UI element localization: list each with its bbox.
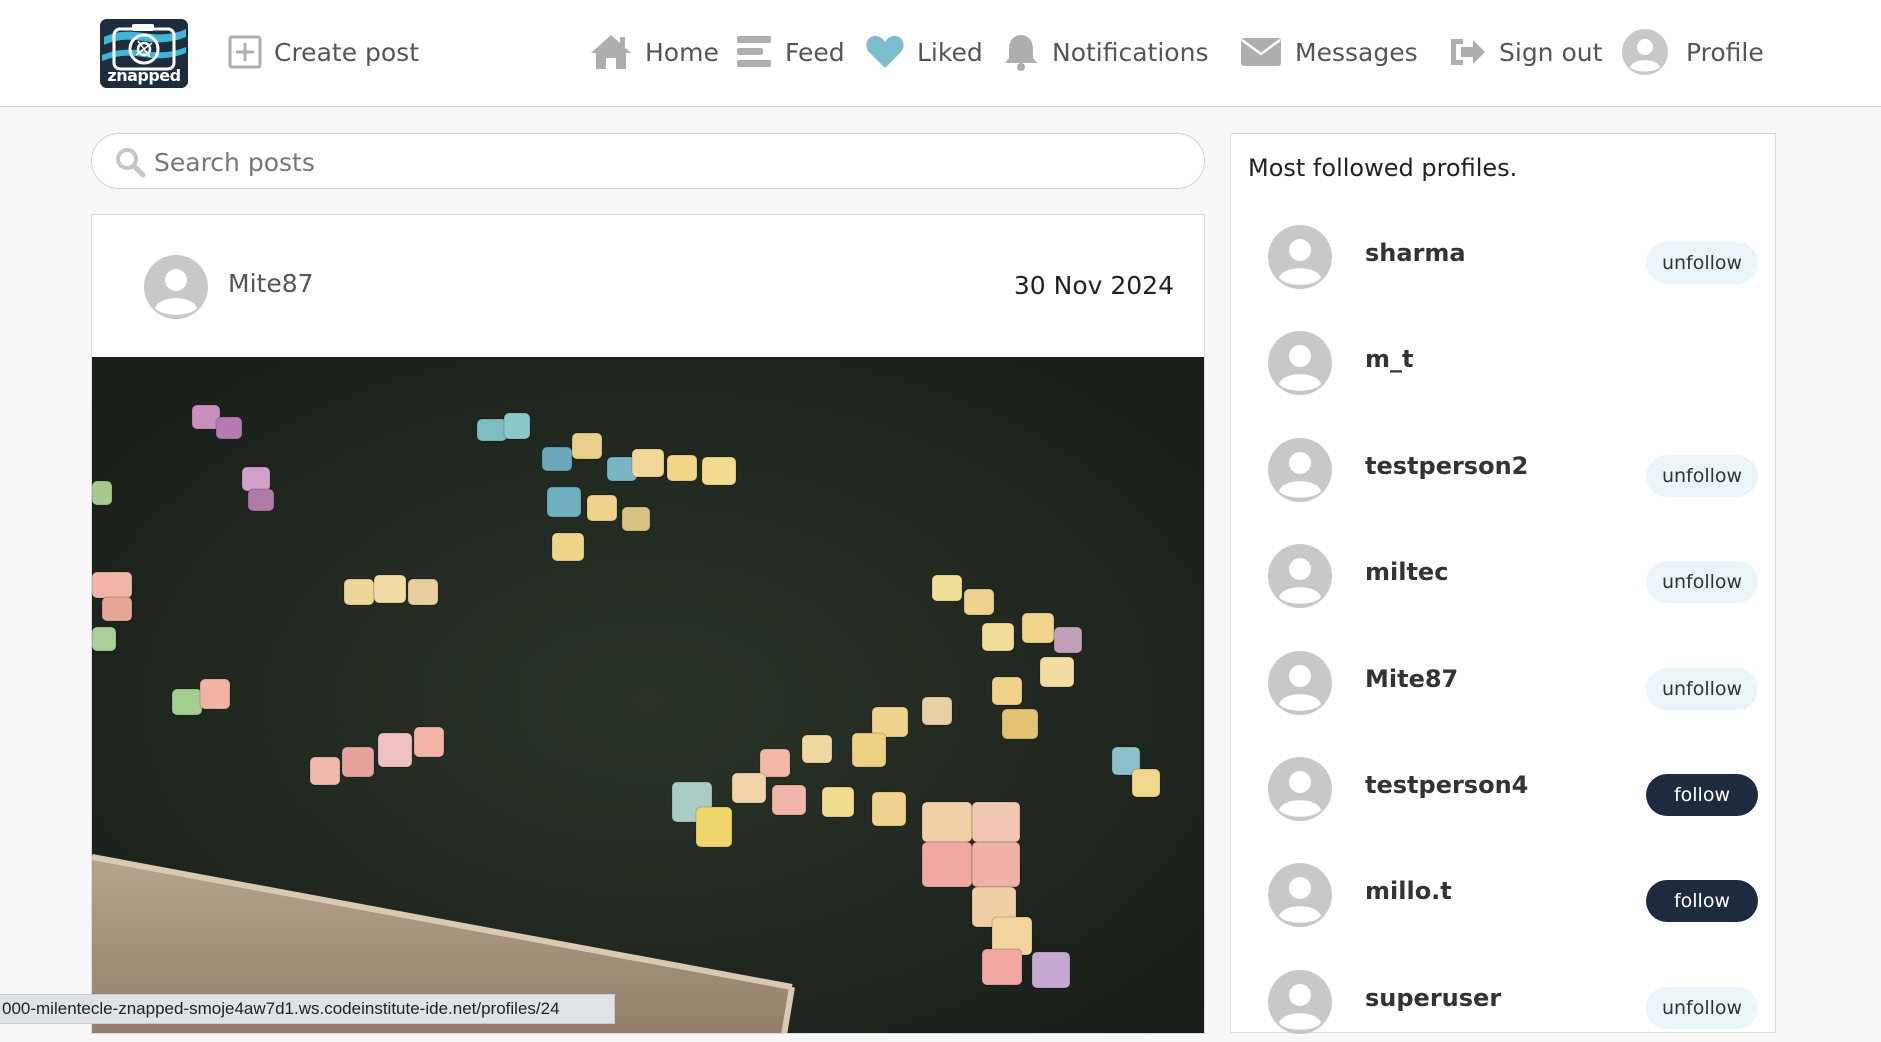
browser-status-url: 000-milentecle-znapped-smoje4aw7d1.ws.co… [0,994,615,1024]
profile-row: m_t [1231,323,1777,403]
post-card: Mite87 30 Nov 2024 [91,214,1205,1034]
unfollow-button[interactable]: unfollow [1646,455,1758,497]
nav-liked-label: Liked [917,37,983,67]
profile-name[interactable]: superuser [1365,984,1501,1012]
profile-name[interactable]: testperson2 [1365,452,1528,480]
avatar[interactable] [1268,438,1332,506]
avatar[interactable] [1268,225,1332,293]
nav-create-post[interactable]: Create post [228,28,419,76]
profile-row: testperson4 follow [1231,749,1777,829]
profile-name[interactable]: testperson4 [1365,771,1528,799]
profile-name[interactable]: m_t [1365,345,1413,373]
heart-icon [865,34,905,70]
follow-button[interactable]: follow [1646,774,1758,816]
nav-sign-out-label: Sign out [1499,37,1603,67]
avatar[interactable] [1268,757,1332,825]
profile-row: millo.t follow [1231,855,1777,935]
logo-text: znapped [107,66,181,85]
post-author-avatar[interactable] [144,255,208,323]
avatar[interactable] [1268,863,1332,931]
profile-row: sharma unfollow [1231,217,1777,297]
avatar[interactable] [1268,651,1332,719]
post-date: 30 Nov 2024 [1013,271,1174,300]
unfollow-button[interactable]: unfollow [1646,987,1758,1029]
unfollow-button[interactable]: unfollow [1646,668,1758,710]
envelope-icon [1239,35,1283,69]
nav-sign-out[interactable]: Sign out [1447,28,1602,76]
sign-out-icon [1447,35,1487,69]
unfollow-button[interactable]: unfollow [1646,242,1758,284]
follow-button[interactable]: follow [1646,880,1758,922]
nav-home[interactable]: Home [589,28,719,76]
profile-row: testperson2 unfollow [1231,430,1777,510]
post-author-name[interactable]: Mite87 [228,269,314,298]
nav-notifications-label: Notifications [1052,37,1209,67]
top-navbar: znapped Create post Home Feed Liked Noti… [0,0,1881,107]
nav-profile-label: Profile [1686,37,1764,67]
puzzle-photo [92,357,1204,1033]
profile-name[interactable]: sharma [1365,239,1466,267]
profile-name[interactable]: miltec [1365,558,1448,586]
profile-name[interactable]: Mite87 [1365,665,1458,693]
znapped-logo[interactable]: znapped [100,19,188,88]
post-image[interactable] [92,357,1204,1033]
profile-row: Mite87 unfollow [1231,643,1777,723]
profile-row: miltec unfollow [1231,536,1777,616]
plus-square-icon [228,35,262,69]
nav-create-post-label: Create post [274,37,420,67]
avatar[interactable] [1268,331,1332,399]
most-followed-sidebar: Most followed profiles. sharma unfollow … [1230,133,1777,1034]
avatar[interactable] [1268,544,1332,612]
bell-icon [1002,32,1040,72]
stream-lines-icon [735,34,773,70]
unfollow-button[interactable]: unfollow [1646,561,1758,603]
nav-messages[interactable]: Messages [1239,28,1418,76]
search-bar [91,133,1205,189]
nav-feed[interactable]: Feed [735,28,845,76]
nav-messages-label: Messages [1295,37,1418,67]
nav-liked[interactable]: Liked [865,28,983,76]
nav-feed-label: Feed [785,37,845,67]
nav-notifications[interactable]: Notifications [1002,28,1208,76]
nav-home-label: Home [645,37,719,67]
home-icon [589,33,633,71]
profile-name[interactable]: millo.t [1365,877,1452,905]
profile-avatar-icon [1622,29,1668,75]
avatar[interactable] [1268,970,1332,1038]
sidebar-title: Most followed profiles. [1248,154,1518,182]
nav-profile[interactable]: Profile [1622,28,1764,76]
profile-row: superuser unfollow [1231,962,1777,1042]
search-input[interactable] [152,142,1186,182]
search-icon [114,146,146,182]
